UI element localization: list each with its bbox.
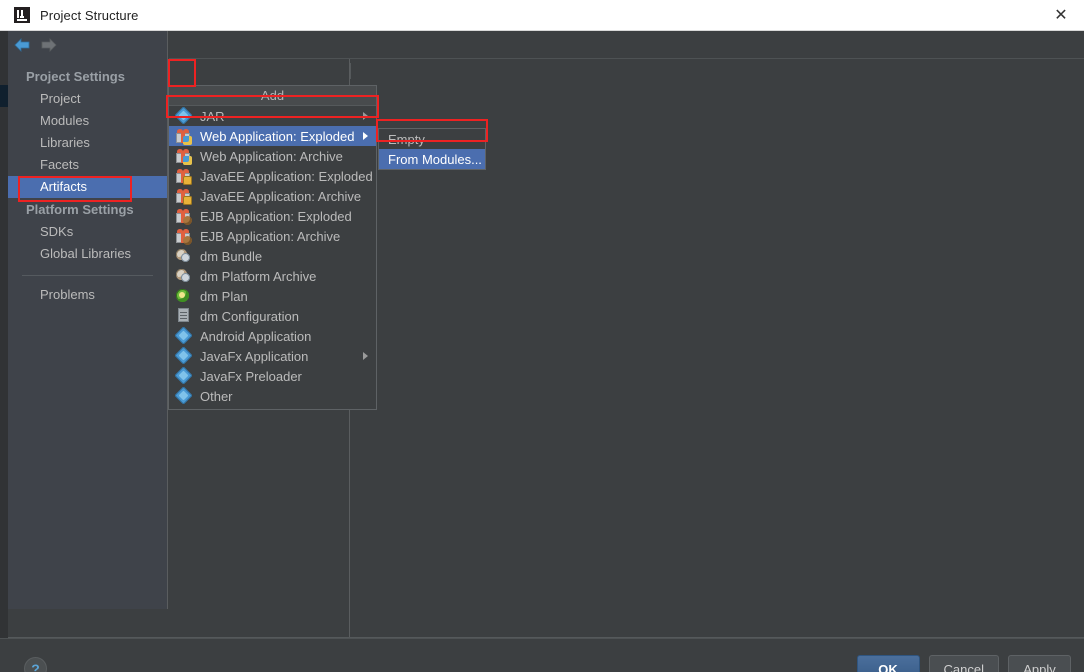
apply-label-rest: pply <box>1031 661 1056 672</box>
sidebar-item-modules[interactable]: Modules <box>8 110 167 132</box>
settings-sidebar: Project Settings Project Modules Librari… <box>8 31 168 609</box>
dm-bundle-icon <box>176 248 192 264</box>
cancel-button[interactable]: Cancel <box>928 655 999 672</box>
back-arrow-icon[interactable] <box>14 37 32 53</box>
apply-accelerator: A <box>1023 661 1032 672</box>
jar-diamond-icon <box>174 106 193 125</box>
sidebar-group-platform-settings: Platform Settings <box>26 202 134 217</box>
left-edge-accent <box>0 85 8 107</box>
web-app-gift-icon <box>176 148 192 165</box>
add-artifact-menu: Add JAR Web Application: Exploded Web Ap… <box>168 85 377 410</box>
javaee-gift-icon <box>176 168 192 185</box>
menu-item-label: JavaEE Application: Exploded <box>200 168 373 184</box>
dm-platform-icon <box>176 268 192 284</box>
menu-item-label: dm Configuration <box>200 308 299 324</box>
artifacts-toolbar <box>169 31 1084 59</box>
menu-item-other[interactable]: Other <box>169 386 376 406</box>
javaee-gift-icon <box>176 188 192 205</box>
submenu-item-empty[interactable]: Empty <box>379 129 485 149</box>
window-title: Project Structure <box>40 7 139 23</box>
menu-item-android-application[interactable]: Android Application <box>169 326 376 346</box>
submenu-item-from-modules[interactable]: From Modules... <box>379 149 485 169</box>
menu-item-ejb-application-exploded[interactable]: EJB Application: Exploded <box>169 206 376 226</box>
menu-item-label: dm Bundle <box>200 248 263 264</box>
menu-item-javaee-application-archive[interactable]: JavaEE Application: Archive <box>169 186 376 206</box>
footer-divider <box>0 638 1084 639</box>
menu-item-label: JavaFx Preloader <box>200 368 302 384</box>
title-bar: Project Structure ✕ <box>0 0 1084 31</box>
sidebar-item-global-libraries[interactable]: Global Libraries <box>8 243 167 265</box>
dm-plan-icon <box>176 288 192 304</box>
menu-item-ejb-application-archive[interactable]: EJB Application: Archive <box>169 226 376 246</box>
menu-item-label: EJB Application: Exploded <box>200 208 352 224</box>
menu-item-label: EJB Application: Archive <box>200 228 341 244</box>
sidebar-divider <box>22 275 153 276</box>
javafx-diamond-icon <box>174 366 193 385</box>
intellij-idea-icon <box>14 7 30 23</box>
menu-item-label: Web Application: Exploded <box>200 128 355 144</box>
dm-configuration-icon <box>176 308 192 324</box>
menu-item-label: JavaEE Application: Archive <box>200 188 362 204</box>
menu-item-web-application-archive[interactable]: Web Application: Archive <box>169 146 376 166</box>
apply-button[interactable]: Apply <box>1008 655 1071 672</box>
dialog-footer: ? OK Cancel Apply <box>0 638 1084 672</box>
web-app-gift-icon <box>176 128 192 145</box>
menu-item-label: JavaFx Application <box>200 348 309 364</box>
help-button[interactable]: ? <box>24 657 47 672</box>
javafx-diamond-icon <box>174 346 193 365</box>
sidebar-item-libraries[interactable]: Libraries <box>8 132 167 154</box>
sidebar-item-facets[interactable]: Facets <box>8 154 167 176</box>
menu-item-label: Android Application <box>200 328 312 344</box>
sidebar-item-problems[interactable]: Problems <box>8 284 167 306</box>
menu-item-jar[interactable]: JAR <box>169 106 376 126</box>
menu-item-javafx-preloader[interactable]: JavaFx Preloader <box>169 366 376 386</box>
menu-item-dm-plan[interactable]: dm Plan <box>169 286 376 306</box>
menu-item-dm-configuration[interactable]: dm Configuration <box>169 306 376 326</box>
ejb-gift-icon <box>176 228 192 245</box>
chevron-right-icon <box>363 132 368 140</box>
menu-item-javafx-application[interactable]: JavaFx Application <box>169 346 376 366</box>
menu-item-label: dm Platform Archive <box>200 268 317 284</box>
menu-item-label: Other <box>200 388 233 404</box>
left-edge-strip <box>0 31 8 641</box>
menu-item-label: dm Plan <box>200 288 248 304</box>
close-icon[interactable]: ✕ <box>1038 0 1084 30</box>
chevron-right-icon <box>363 112 368 120</box>
dialog-body: Project Settings Project Modules Librari… <box>0 31 1084 672</box>
sidebar-item-sdks[interactable]: SDKs <box>8 221 167 243</box>
project-structure-dialog: Project Structure ✕ Project Settings Pro… <box>0 0 1084 672</box>
sidebar-item-project[interactable]: Project <box>8 88 167 110</box>
ejb-gift-icon <box>176 208 192 225</box>
menu-item-web-application-exploded[interactable]: Web Application: Exploded <box>169 126 376 146</box>
menu-item-dm-bundle[interactable]: dm Bundle <box>169 246 376 266</box>
dialog-buttons: OK Cancel Apply <box>856 655 1071 672</box>
ok-button[interactable]: OK <box>856 655 920 672</box>
menu-item-dm-platform-archive[interactable]: dm Platform Archive <box>169 266 376 286</box>
menu-item-javaee-application-exploded[interactable]: JavaEE Application: Exploded <box>169 166 376 186</box>
forward-arrow-icon[interactable] <box>39 37 57 53</box>
menu-item-label: Web Application: Archive <box>200 148 343 164</box>
menu-item-label: JAR <box>200 108 225 124</box>
add-menu-header: Add <box>169 86 376 106</box>
sidebar-item-artifacts[interactable]: Artifacts <box>8 176 167 198</box>
android-diamond-icon <box>174 326 193 345</box>
sidebar-group-project-settings: Project Settings <box>26 69 125 84</box>
web-application-exploded-submenu: Empty From Modules... <box>378 128 486 170</box>
other-diamond-icon <box>174 386 193 405</box>
chevron-right-icon <box>363 352 368 360</box>
